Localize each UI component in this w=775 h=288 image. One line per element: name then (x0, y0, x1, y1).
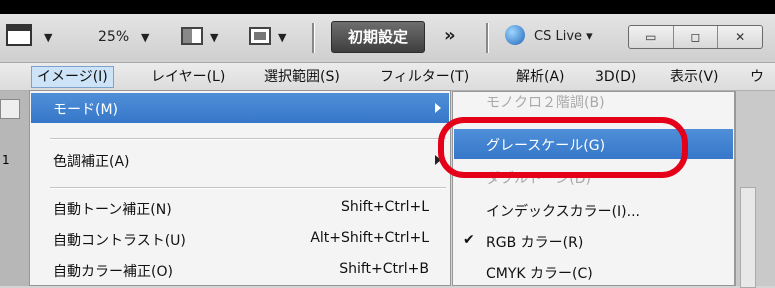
top-black-strip (0, 0, 775, 14)
submenu-item-label: RGB カラー(R) (486, 235, 584, 251)
arrange-dropdown-arrow[interactable]: ▼ (210, 31, 218, 44)
submenu-arrow-icon (435, 103, 441, 113)
menu-item-mode[interactable]: モード(M) (31, 93, 449, 123)
menu-item-label: 自動カラー補正(O) (53, 264, 173, 280)
image-menu: モード(M) 色調補正(A) 自動トーン補正(N) Shift+Ctrl+L 自… (29, 90, 451, 286)
submenu-item-label: インデックスカラー(I)... (486, 204, 640, 220)
arrange-documents-icon[interactable] (181, 27, 203, 45)
submenu-item-label: CMYK カラー(C) (486, 266, 593, 282)
menu-image[interactable]: イメージ(I) (31, 66, 114, 88)
right-panel (735, 91, 775, 288)
screen-mode-dropdown-arrow[interactable]: ▼ (278, 31, 286, 44)
window-controls: ▭ ◻ ✕ (628, 25, 763, 49)
cs-live-icon[interactable] (505, 25, 525, 45)
divider (312, 23, 315, 53)
application-bar: ▼ 25% ▼ ▼ ▼ 初期設定 » CS Live ▾ ▭ ◻ ✕ (0, 14, 775, 63)
menu-item-label: 色調補正(A) (53, 154, 130, 170)
maximize-icon[interactable]: ◻ (674, 26, 719, 48)
more-workspaces-icon[interactable]: » (444, 25, 456, 46)
panel-tab-icon[interactable] (0, 99, 20, 119)
menu-item-label: 自動トーン補正(N) (53, 202, 172, 218)
zoom-level[interactable]: 25% (98, 29, 129, 45)
menu-window[interactable]: ウ (745, 66, 769, 88)
document-icon[interactable] (6, 24, 32, 46)
menu-item-auto-contrast[interactable]: 自動コントラスト(U) Alt+Shift+Ctrl+L (31, 224, 449, 254)
submenu-item-rgb-color[interactable]: ✔ RGB カラー(R) (454, 226, 733, 256)
submenu-item-cmyk-color[interactable]: CMYK カラー(C) (454, 257, 733, 287)
submenu-item-label: モノクロ２階調(B) (486, 95, 605, 111)
menu-item-shortcut: Shift+Ctrl+B (339, 261, 429, 277)
close-icon[interactable]: ✕ (718, 26, 762, 48)
menu-3d[interactable]: 3D(D) (590, 66, 641, 88)
menu-item-auto-color[interactable]: 自動カラー補正(O) Shift+Ctrl+B (31, 255, 449, 285)
menu-separator (50, 138, 446, 140)
checkmark-icon: ✔ (463, 232, 475, 248)
scrollbar[interactable] (740, 187, 756, 288)
screen-mode-icon[interactable] (249, 27, 271, 45)
menu-item-shortcut: Alt+Shift+Ctrl+L (310, 230, 429, 246)
workspace-left-panel: 1 (0, 91, 30, 286)
cs-live-menu[interactable]: CS Live ▾ (534, 29, 593, 44)
menu-item-label: 自動コントラスト(U) (53, 233, 186, 249)
zoom-dropdown-arrow[interactable]: ▼ (141, 31, 149, 44)
menu-analysis[interactable]: 解析(A) (511, 66, 570, 88)
menu-view[interactable]: 表示(V) (665, 66, 724, 88)
submenu-item-indexed-color[interactable]: インデックスカラー(I)... (454, 195, 733, 225)
menu-select[interactable]: 選択範囲(S) (259, 66, 345, 88)
red-highlight-annotation (438, 117, 688, 178)
submenu-item-bitmap: モノクロ２階調(B) (454, 86, 733, 116)
document-tab-number: 1 (2, 153, 10, 167)
menu-item-shortcut: Shift+Ctrl+L (341, 199, 429, 215)
menu-separator (50, 187, 446, 189)
workspace-essentials-button[interactable]: 初期設定 (331, 21, 425, 53)
menu-filter[interactable]: フィルター(T) (375, 66, 474, 88)
divider (486, 23, 489, 53)
minimize-icon[interactable]: ▭ (629, 26, 674, 48)
document-dropdown-arrow[interactable]: ▼ (44, 31, 52, 44)
menu-item-label: モード(M) (53, 102, 119, 118)
menu-layer[interactable]: レイヤー(L) (146, 66, 230, 88)
menu-item-adjustments[interactable]: 色調補正(A) (31, 145, 449, 175)
menu-item-auto-tone[interactable]: 自動トーン補正(N) Shift+Ctrl+L (31, 193, 449, 223)
